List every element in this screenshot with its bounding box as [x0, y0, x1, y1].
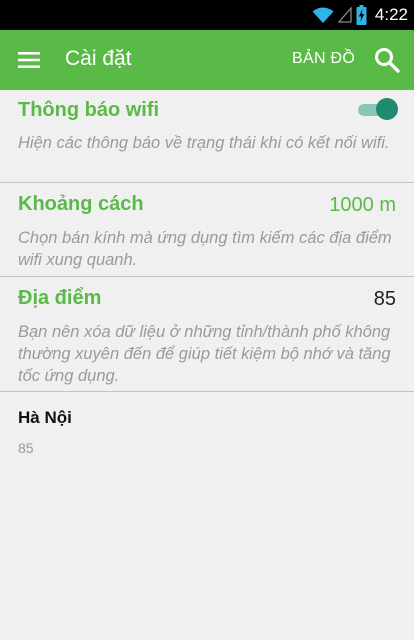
- hamburger-menu-icon: [18, 52, 40, 68]
- search-button[interactable]: [370, 44, 404, 76]
- clock: 4:22: [374, 5, 408, 24]
- pref-title: Thông báo wifi: [18, 99, 160, 121]
- pref-title: Địa điểm: [18, 287, 102, 309]
- pref-summary: Chọn bán kính mà ứng dụng tìm kiếm các đ…: [18, 229, 392, 269]
- city-count: 85: [18, 440, 34, 456]
- status-bar: 4:22: [0, 0, 414, 30]
- map-button[interactable]: BẢN ĐỒ: [292, 50, 355, 68]
- pref-distance[interactable]: Khoảng cách 1000 m Chọn bán kính mà ứng …: [0, 183, 414, 276]
- signal-icon: [337, 7, 352, 23]
- pref-summary: Hiện các thông báo về trạng thái khi có …: [18, 134, 390, 152]
- wifi-icon: [312, 7, 334, 23]
- city-name: Hà Nội: [18, 408, 72, 427]
- battery-charging-icon: [356, 5, 367, 25]
- pref-locations[interactable]: Địa điểm 85 Bạn nên xóa dữ liệu ở những …: [0, 277, 414, 391]
- pref-wifi-notifications[interactable]: Thông báo wifi Hiện các thông báo về trạ…: [0, 90, 414, 182]
- menu-button[interactable]: [12, 44, 46, 76]
- page-title: Cài đặt: [65, 47, 132, 70]
- distance-value: 1000 m: [329, 194, 396, 216]
- search-icon: [375, 48, 400, 73]
- city-list-item[interactable]: [0, 392, 414, 472]
- pref-title: Khoảng cách: [18, 193, 144, 215]
- pref-summary: Bạn nên xóa dữ liệu ở những tỉnh/thành p…: [18, 323, 391, 385]
- locations-count: 85: [373, 288, 396, 310]
- status-icons: 4:22: [312, 0, 408, 30]
- toggle-thumb: [376, 98, 398, 120]
- app-bar: Cài đặt BẢN ĐỒ: [0, 30, 414, 90]
- wifi-notifications-toggle[interactable]: [358, 98, 398, 120]
